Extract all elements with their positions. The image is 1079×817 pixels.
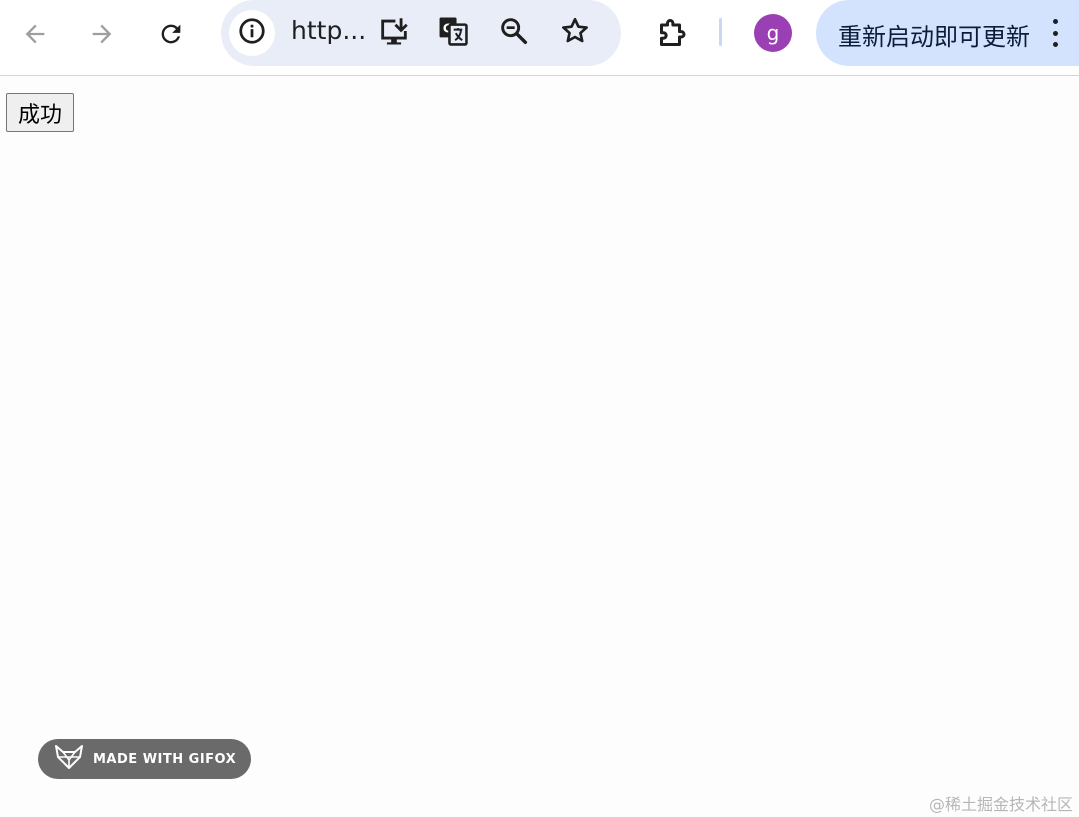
bookmark-button[interactable]: [556, 14, 594, 52]
omnibox[interactable]: http... G: [221, 0, 621, 66]
update-button-label: 重新启动即可更新: [838, 23, 1030, 51]
arrow-right-icon: [88, 20, 116, 48]
translate-icon: G: [436, 14, 470, 52]
watermark: @稀土掘金技术社区: [928, 795, 1073, 814]
reload-icon: [157, 20, 185, 48]
translate-button[interactable]: G: [434, 14, 472, 52]
extensions-button[interactable]: [650, 12, 694, 56]
gifox-badge-text: MADE WITH GIFOX: [93, 751, 237, 767]
install-app-icon: [377, 14, 411, 52]
star-icon: [559, 15, 591, 51]
reload-button[interactable]: [149, 12, 193, 56]
update-button[interactable]: 重新启动即可更新: [816, 0, 1079, 66]
puzzle-icon: [654, 16, 690, 52]
browser-toolbar: http... G g 重新启动即可更新: [0, 0, 1079, 76]
kebab-menu-icon[interactable]: [1048, 16, 1062, 50]
zoom-button[interactable]: [495, 14, 533, 52]
success-button[interactable]: 成功: [6, 93, 75, 132]
toolbar-divider: [719, 18, 722, 46]
profile-initial: g: [766, 21, 780, 45]
site-info-button[interactable]: [229, 10, 275, 56]
fox-logo-icon: [54, 744, 84, 774]
info-icon: [237, 16, 267, 50]
install-app-button[interactable]: [375, 14, 413, 52]
zoom-out-icon: [498, 15, 530, 51]
gifox-badge: MADE WITH GIFOX: [38, 739, 251, 779]
url-text[interactable]: http...: [291, 16, 366, 45]
forward-button[interactable]: [80, 12, 124, 56]
back-button[interactable]: [13, 12, 57, 56]
arrow-left-icon: [21, 20, 49, 48]
profile-avatar[interactable]: g: [754, 14, 792, 52]
